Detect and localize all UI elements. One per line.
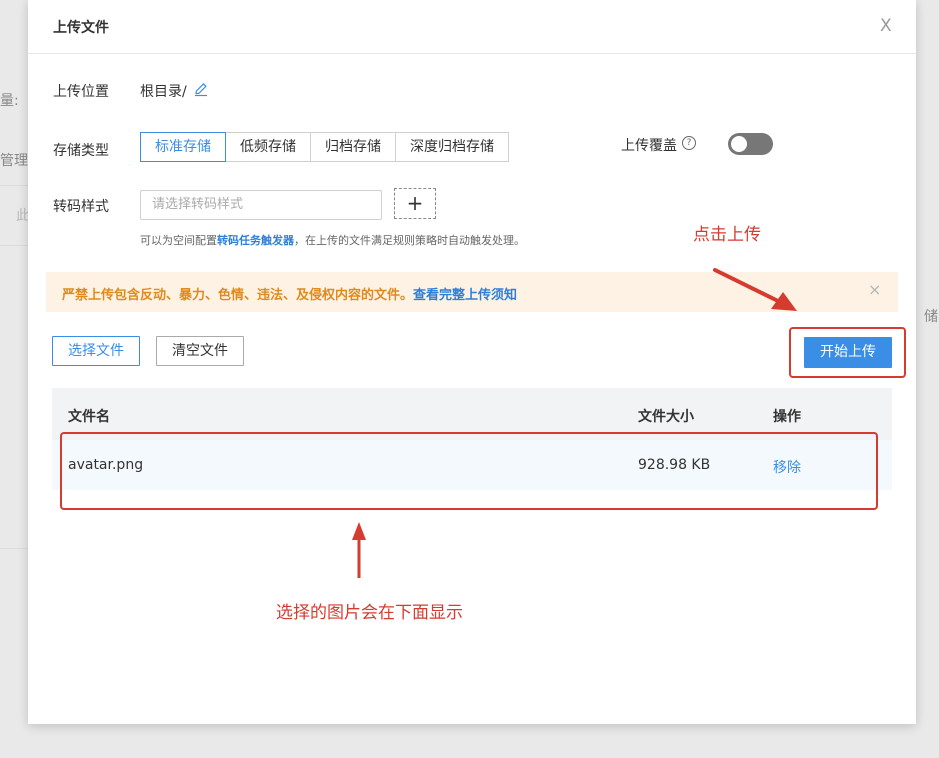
annotation-highlight-upload xyxy=(789,327,906,378)
annotation-arrows xyxy=(352,268,797,578)
annotation-highlight-file-row xyxy=(60,432,878,510)
storage-option-standard[interactable]: 标准存储 xyxy=(140,132,226,162)
annotation-files-shown: 选择的图片会在下面显示 xyxy=(276,603,463,623)
